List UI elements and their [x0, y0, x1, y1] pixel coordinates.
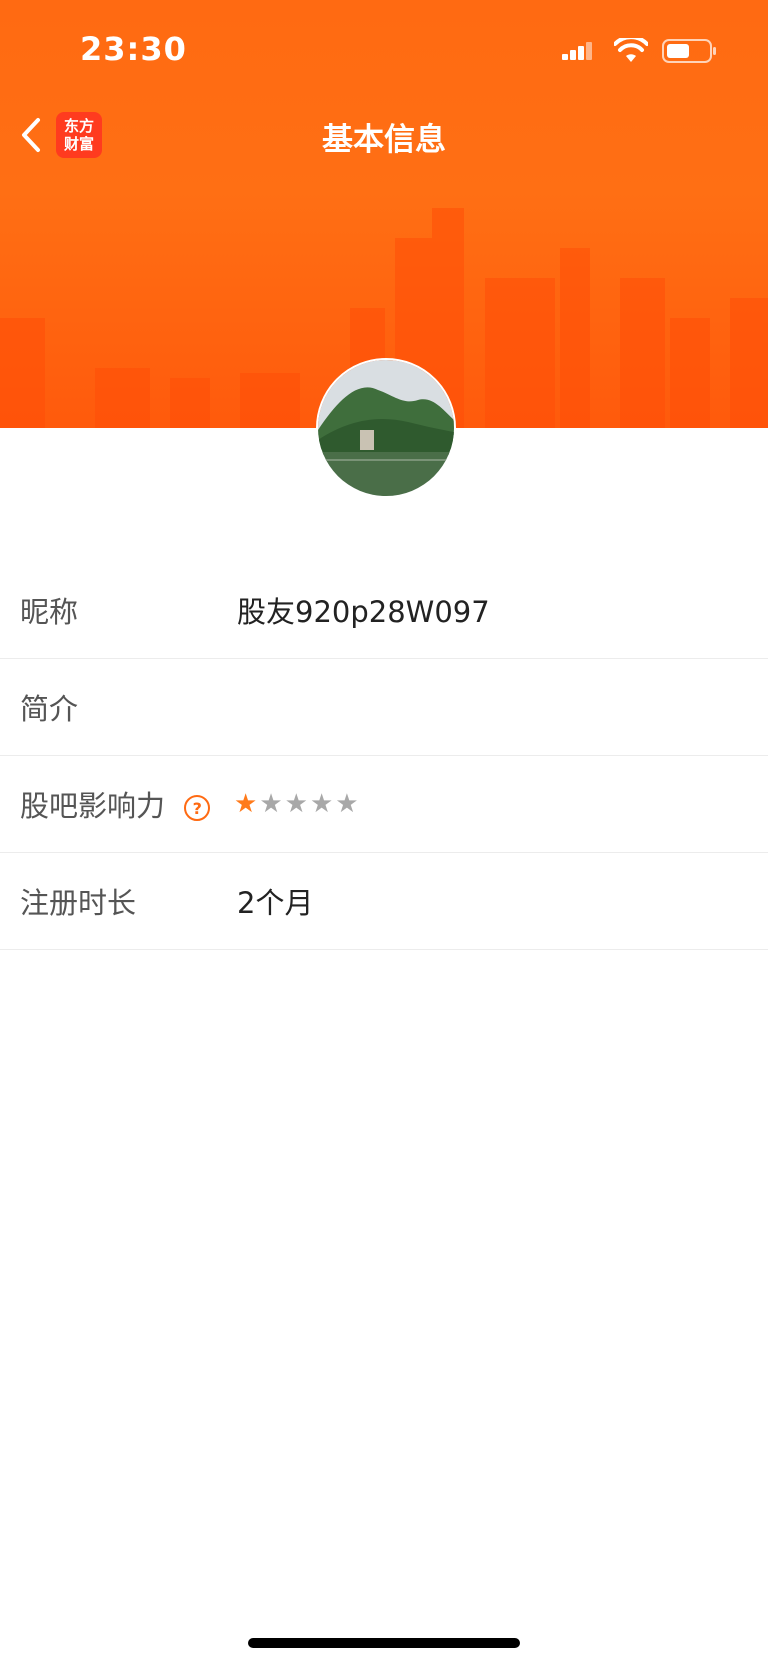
bio-row[interactable]: 简介 — [0, 659, 768, 756]
nickname-value: 股友920p28W097 — [237, 595, 490, 629]
star-icon: ★ — [259, 789, 283, 819]
status-time: 23:30 — [80, 30, 187, 68]
registration-value: 2个月 — [237, 886, 314, 920]
battery-icon — [662, 39, 716, 63]
influence-row: 股吧影响力 ? ★ ★ ★ ★ ★ — [0, 756, 768, 853]
bio-label: 简介 — [20, 692, 79, 726]
question-circle-icon[interactable]: ? — [184, 795, 211, 821]
registration-label: 注册时长 — [20, 886, 137, 920]
nickname-label: 昵称 — [20, 595, 79, 629]
nickname-row[interactable]: 昵称 股友920p28W097 — [0, 562, 768, 659]
star-icon: ★ — [309, 789, 334, 819]
cellular-signal-icon — [562, 42, 592, 60]
home-indicator — [248, 1638, 520, 1648]
registration-row: 注册时长 2个月 — [0, 853, 768, 950]
star-icon: ★ — [284, 789, 308, 819]
influence-label-group: 股吧影响力 ? — [20, 783, 211, 825]
influence-label: 股吧影响力 — [20, 789, 166, 823]
avatar-landscape-image — [318, 360, 454, 496]
star-icon: ★ — [234, 789, 258, 819]
star-icon: ★ — [335, 789, 359, 819]
page-title: 基本信息 — [322, 122, 446, 158]
influence-rating: ★ ★ ★ ★ ★ — [234, 791, 359, 817]
avatar[interactable] — [316, 358, 456, 498]
wifi-icon — [614, 38, 648, 62]
